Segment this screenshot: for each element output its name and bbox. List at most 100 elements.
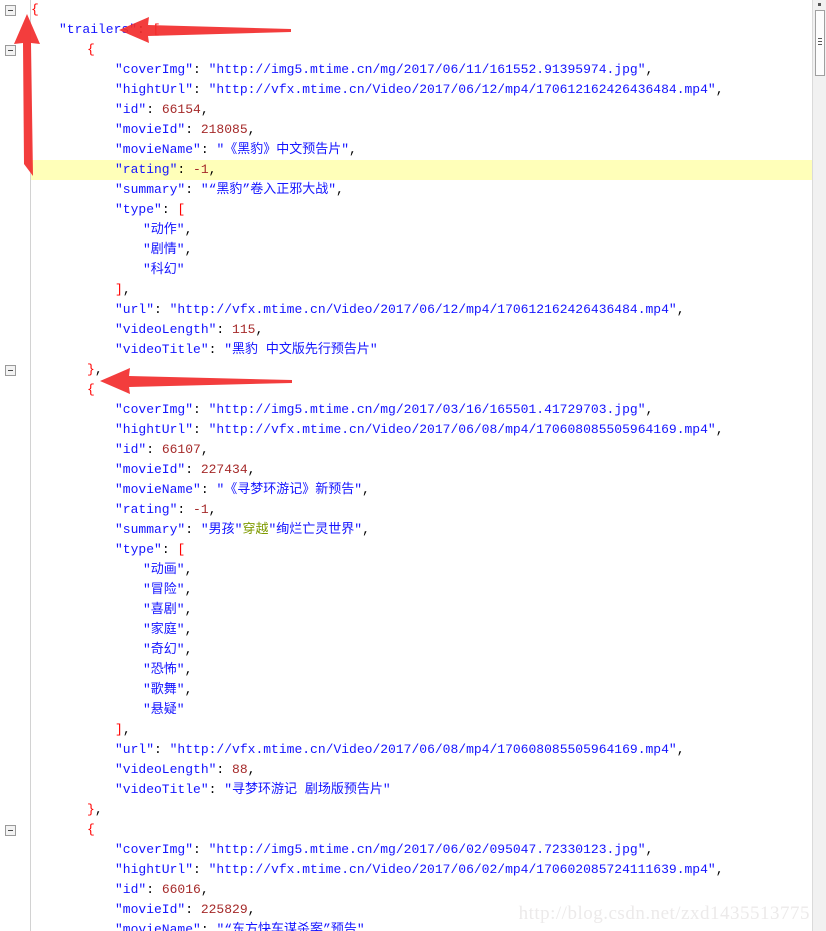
json-token: ,: [255, 322, 264, 337]
json-token: "trailers": [59, 22, 138, 37]
json-line: "歌舞",: [31, 680, 812, 700]
json-token: ,: [715, 422, 724, 437]
json-token: ,: [247, 902, 256, 917]
json-line: "coverImg": "http://img5.mtime.cn/mg/201…: [31, 60, 812, 80]
json-token: "movieId": [115, 462, 186, 477]
json-line: {: [31, 380, 812, 400]
json-line: "冒险",: [31, 580, 812, 600]
json-token: ,: [184, 242, 193, 257]
json-token: ,: [715, 82, 724, 97]
json-line: "id": 66107,: [31, 440, 812, 460]
json-token: "男孩": [200, 522, 243, 537]
json-token: ,: [200, 442, 209, 457]
json-token: [: [177, 202, 186, 217]
json-token: "喜剧": [143, 602, 185, 617]
json-token: "hightUrl": [115, 862, 194, 877]
json-token: "科幻": [143, 262, 185, 277]
json-line: {: [31, 0, 812, 20]
fold-trailers-item-2[interactable]: [5, 825, 16, 836]
json-token: "movieName": [115, 922, 201, 931]
json-token: ,: [122, 722, 131, 737]
json-line: "喜剧",: [31, 600, 812, 620]
json-token: "videoLength": [115, 762, 217, 777]
json-token: ,: [336, 182, 344, 197]
json-token: ,: [715, 862, 724, 877]
fold-trailers-item-1[interactable]: [5, 365, 16, 376]
fold-root[interactable]: [5, 5, 16, 16]
json-line: "movieName": "《黑豹》中文预告片",: [31, 140, 812, 160]
json-token: ,: [645, 842, 654, 857]
fold-trailers-item-0[interactable]: [5, 45, 16, 56]
json-token: "奇幻": [143, 642, 185, 657]
json-token: ,: [122, 282, 131, 297]
json-token: ,: [200, 882, 209, 897]
json-token: "“东方快车谋杀案”预告": [216, 922, 365, 931]
json-token: "冒险": [143, 582, 185, 597]
json-token: :: [193, 842, 209, 857]
json-token: ,: [645, 62, 654, 77]
json-line: "summary": "男孩"穿越"绚烂亡灵世界",: [31, 520, 812, 540]
json-token: {: [87, 382, 95, 397]
json-token: "type": [115, 542, 162, 557]
json-token: :: [185, 462, 201, 477]
json-token: "http://vfx.mtime.cn/Video/2017/06/12/mp…: [208, 82, 716, 97]
json-token: :: [193, 402, 209, 417]
json-line: },: [31, 800, 812, 820]
json-token: ,: [247, 462, 256, 477]
json-token: :: [216, 762, 233, 777]
json-token: "url": [115, 302, 155, 317]
json-line: {: [31, 820, 812, 840]
json-token: "id": [115, 442, 147, 457]
json-token: :: [137, 22, 153, 37]
json-token: ,: [184, 602, 193, 617]
json-token: :: [193, 82, 209, 97]
json-token: "rating": [115, 162, 178, 177]
json-token: :: [185, 902, 201, 917]
json-token: "movieName": [115, 482, 201, 497]
json-line: "hightUrl": "http://vfx.mtime.cn/Video/2…: [31, 80, 812, 100]
json-token: ,: [184, 582, 193, 597]
json-token: :: [146, 882, 162, 897]
json-token: "hightUrl": [115, 422, 194, 437]
json-token: "家庭": [143, 622, 185, 637]
json-token: "绚烂亡灵世界": [268, 522, 363, 537]
json-line: "奇幻",: [31, 640, 812, 660]
json-token: "id": [115, 102, 147, 117]
json-line: "hightUrl": "http://vfx.mtime.cn/Video/2…: [31, 420, 812, 440]
fold-gutter: [0, 0, 31, 931]
scrollbar-grip-icon: [818, 38, 822, 39]
scrollbar-thumb[interactable]: [815, 10, 825, 76]
json-code-area[interactable]: { "trailers": [ { "coverImg": "http://img5.…: [31, 0, 812, 931]
json-line: "动作",: [31, 220, 812, 240]
json-token: {: [87, 42, 95, 57]
json-token: :: [154, 742, 170, 757]
json-token: ,: [200, 102, 209, 117]
json-token: "http://vfx.mtime.cn/Video/2017/06/02/mp…: [208, 862, 716, 877]
json-token: :: [185, 182, 201, 197]
vertical-scrollbar[interactable]: [812, 0, 826, 931]
json-line: "动画",: [31, 560, 812, 580]
json-token: "movieName": [115, 142, 201, 157]
json-token: "《寻梦环游记》新预告": [216, 482, 363, 497]
json-line: "家庭",: [31, 620, 812, 640]
json-token: "coverImg": [115, 842, 194, 857]
json-token: 225829: [200, 902, 248, 917]
json-token: :: [185, 522, 201, 537]
json-token: ,: [349, 142, 357, 157]
json-line: "type": [: [31, 540, 812, 560]
json-token: ,: [645, 402, 654, 417]
json-token: ]: [115, 282, 123, 297]
json-token: -1: [193, 502, 209, 517]
json-token: "http://img5.mtime.cn/mg/2017/06/11/1615…: [208, 62, 646, 77]
json-token: "movieId": [115, 122, 186, 137]
json-line: "movieName": "《寻梦环游记》新预告",: [31, 480, 812, 500]
json-token: "http://img5.mtime.cn/mg/2017/06/02/0950…: [208, 842, 646, 857]
json-token: :: [200, 482, 217, 497]
json-line: "hightUrl": "http://vfx.mtime.cn/Video/2…: [31, 860, 812, 880]
json-token: {: [31, 2, 39, 17]
json-token: "恐怖": [143, 662, 185, 677]
json-token: :: [161, 542, 178, 557]
json-line: "url": "http://vfx.mtime.cn/Video/2017/0…: [31, 300, 812, 320]
watermark-text: http://blog.csdn.net/zxd1435513775: [518, 903, 810, 924]
json-line: "videoTitle": "寻梦环游记 剧场版预告片": [31, 780, 812, 800]
